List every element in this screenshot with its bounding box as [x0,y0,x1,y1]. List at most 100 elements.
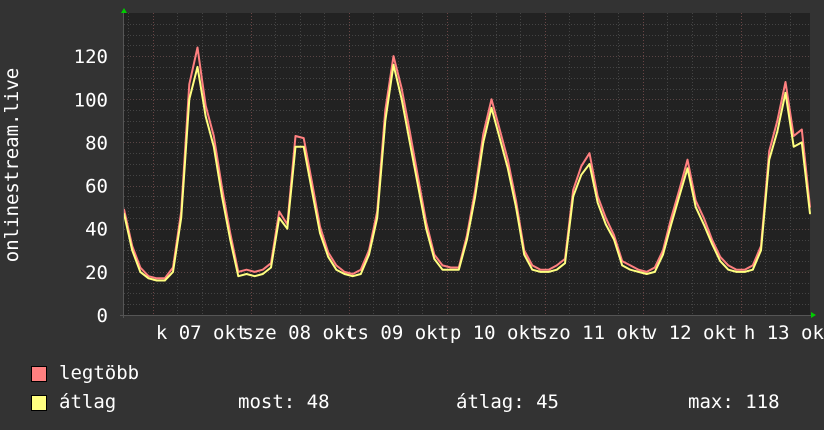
data-point-average [711,243,713,245]
data-point-max [703,217,705,219]
data-point-average [694,206,697,208]
y-tick-label: 60 [85,176,108,198]
data-point-average [270,266,272,269]
data-point-max [801,128,803,131]
data-point-average [204,115,207,118]
data-point-average [768,158,770,161]
data-point-max [580,165,583,167]
data-point-max [637,268,640,271]
data-point-average [490,107,493,109]
data-point-max [343,271,346,273]
data-point-average [319,232,321,234]
data-point-average [376,217,378,219]
data-point-average [384,120,387,122]
x-tick-label: h 13 okt [744,322,824,344]
data-point-average [809,212,811,215]
legend-label-max: legtöbb [59,362,140,384]
data-point-max [719,255,721,258]
data-point-average [196,66,199,68]
data-point-average [719,260,721,262]
data-point-average [645,273,648,275]
data-point-average [172,271,174,273]
data-point-average [433,258,436,260]
data-point-max [400,87,403,90]
data-point-max [768,150,770,152]
data-point-average [392,63,395,66]
data-point-average [654,271,656,273]
data-point-max [613,234,615,236]
data-point-max [670,217,672,219]
data-point-average [596,202,599,204]
data-point-average [147,277,150,280]
x-tick-label: k 07 okt [156,322,248,344]
data-point-average [498,137,501,139]
data-point-average [735,271,738,273]
data-point-max [572,189,574,191]
data-point-max [498,128,501,131]
data-point-average [703,223,705,226]
data-point-average [311,189,313,191]
data-point-average [629,268,632,271]
data-point-max [213,135,215,137]
y-axis-label: onlinestream.live [1,68,23,262]
data-point-max [507,158,509,161]
data-point-average [686,167,689,170]
data-point-max [490,98,493,101]
data-point-average [262,273,264,275]
data-point-average [425,227,427,230]
data-point-max [686,158,689,161]
data-point-average [507,167,509,170]
data-point-max [441,264,444,267]
data-point-average [515,206,517,208]
data-point-average [784,92,787,94]
data-point-average [188,98,191,101]
x-axis-arrow-icon [811,312,816,318]
data-point-average [662,253,664,256]
data-point-average [621,264,623,267]
data-point-average [360,273,362,275]
x-tick-label: p 10 okt [450,322,542,344]
data-point-max [253,271,256,273]
data-point-max [776,120,779,122]
data-point-average [139,271,142,273]
data-point-average [409,141,411,144]
data-point-average [556,268,558,271]
data-point-average [180,217,182,219]
data-point-average [564,262,566,265]
data-point-max [302,137,305,139]
data-point-average [351,275,354,277]
data-point-max [188,83,191,85]
data-point-average [131,249,133,252]
data-point-average [760,249,762,252]
data-point-average [278,217,280,219]
data-point-max [539,268,542,271]
data-point-average [678,195,681,198]
data-point-max [204,104,207,107]
data-point-average [368,253,370,256]
data-point-max [547,268,550,271]
data-point-max [556,264,558,267]
data-point-max [645,271,648,273]
data-point-average [155,279,158,282]
data-point-max [482,133,485,135]
data-point-max [449,266,452,269]
data-point-average [523,253,525,256]
data-point-average [792,145,795,148]
data-point-max [155,277,158,280]
data-point-average [580,173,583,176]
stat-max: max: 118 [688,391,780,413]
data-point-average [474,195,476,198]
data-point-average [572,195,574,198]
data-point-average [670,223,672,226]
data-point-average [547,271,550,273]
data-point-average [637,271,640,273]
data-point-max [351,273,354,275]
data-point-average [327,255,329,258]
data-point-average [458,268,460,271]
data-point-average [417,184,419,187]
data-point-average [752,268,754,271]
legend-label-average: átlag [59,391,117,413]
x-axis-ticks: k 07 oktsze 08 oktcs 09 okt p 10 oktszo 1… [156,322,824,344]
x-tick-label: szo 11 okt [536,322,650,344]
y-tick-label: 20 [85,262,108,284]
